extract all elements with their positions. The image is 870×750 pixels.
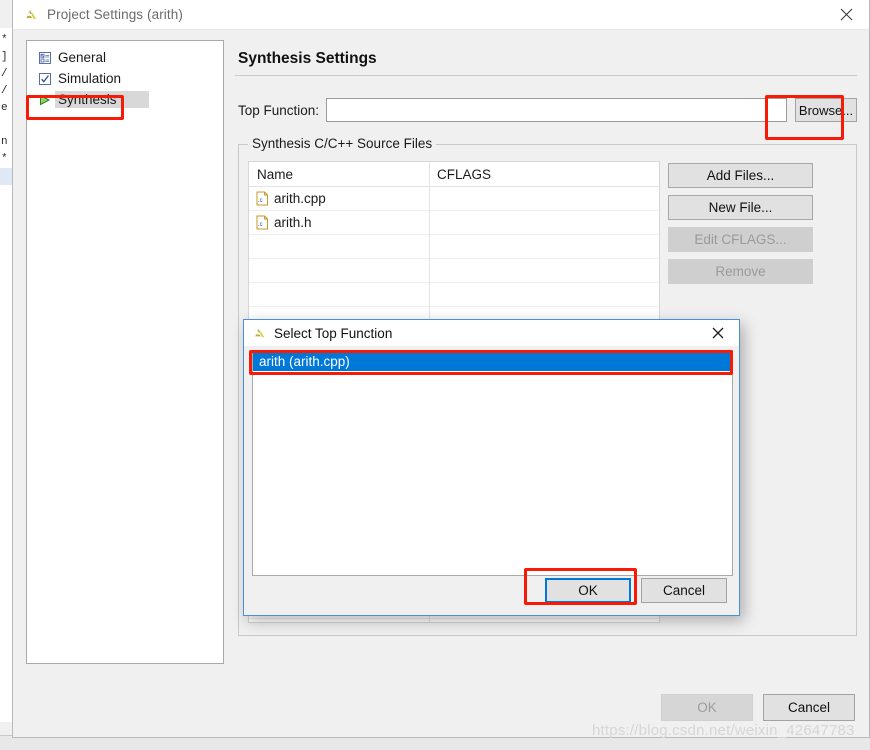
close-icon[interactable] [824,0,869,29]
add-files-button[interactable]: Add Files... [668,163,813,188]
window-titlebar: Project Settings (arith) [13,0,869,30]
form-icon [37,50,52,65]
close-icon[interactable] [701,320,735,346]
select-top-function-dialog: Select Top Function arith (arith.cpp) OK… [243,319,740,616]
sidebar-item-simulation[interactable]: Simulation [27,68,223,89]
green-play-icon [37,92,52,107]
heading-divider [235,75,857,76]
ok-button: OK [661,694,753,721]
remove-button: Remove [668,259,813,284]
top-function-label: Top Function: [238,102,320,118]
table-cell-name: .c arith.h [249,215,429,230]
dialog-button-row: OK Cancel [535,578,727,603]
source-files-button-column: Add Files... New File... Edit CFLAGS... … [668,163,813,291]
new-file-button[interactable]: New File... [668,195,813,220]
sidebar-item-label: Simulation [58,71,122,86]
sidebar-item-synthesis[interactable]: Synthesis [27,89,223,110]
file-name: arith.h [274,215,312,230]
vivado-hls-icon [252,326,267,341]
file-name: arith.cpp [274,191,326,206]
column-header-cflags: CFLAGS [437,166,492,182]
top-function-input[interactable] [326,98,787,122]
svg-text:.c: .c [258,198,263,204]
table-row[interactable] [249,283,659,307]
watermark: https://blog.csdn.net/weixin_42647783 [592,722,855,739]
dialog-ok-button[interactable]: OK [545,578,631,603]
c-file-icon: .c [256,191,268,206]
group-legend: Synthesis C/C++ Source Files [248,136,437,151]
top-function-row: Top Function: Browse... [235,98,857,122]
window-title: Project Settings (arith) [47,7,183,22]
dialog-title: Select Top Function [274,325,393,341]
checkbox-icon [37,71,52,86]
cancel-button[interactable]: Cancel [763,694,855,721]
sidebar-item-label: General [58,50,107,65]
svg-text:.c: .c [258,222,263,228]
list-item[interactable]: arith (arith.cpp) [253,352,732,371]
vivado-hls-icon [23,7,39,23]
column-header-name: Name [257,166,294,182]
table-row[interactable] [249,235,659,259]
sidebar-item-label: Synthesis [55,91,149,108]
top-function-list[interactable]: arith (arith.cpp) [252,350,733,576]
sidebar-item-general[interactable]: General [27,47,223,68]
table-cell-name: .c arith.cpp [249,191,429,206]
table-row[interactable]: .c arith.cpp [249,187,659,211]
edit-cflags-button: Edit CFLAGS... [668,227,813,252]
settings-category-tree[interactable]: General Simulation Synthesis [26,40,224,664]
dialog-cancel-button[interactable]: Cancel [641,578,727,603]
table-row[interactable] [249,259,659,283]
c-file-icon: .c [256,215,268,230]
dialog-footer: OK Cancel [651,694,855,721]
table-row[interactable]: .c arith.h [249,211,659,235]
table-header-row: Name CFLAGS [249,162,659,187]
browse-button[interactable]: Browse... [795,98,857,122]
dialog-titlebar: Select Top Function [244,320,739,346]
page-title: Synthesis Settings [238,50,377,67]
